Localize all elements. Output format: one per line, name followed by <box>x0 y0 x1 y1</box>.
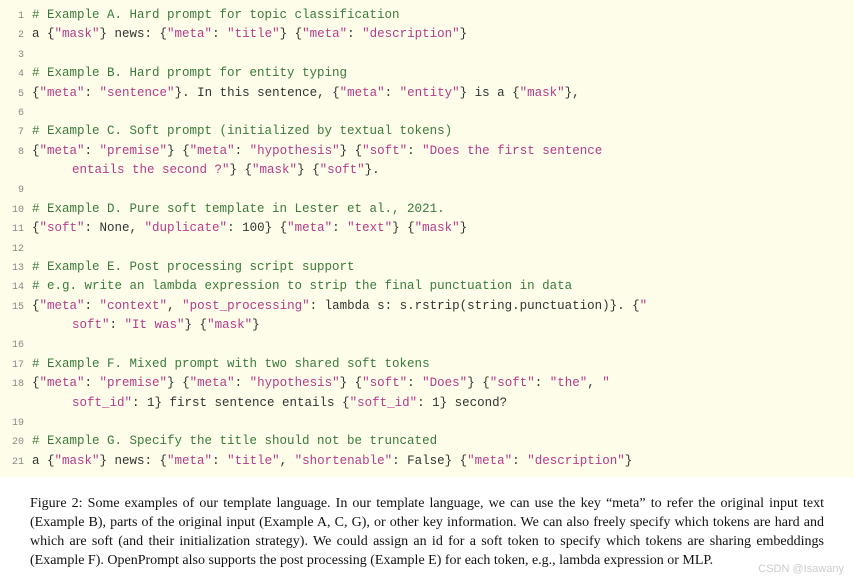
line-number: 16 <box>4 338 32 354</box>
code-line: 4# Example B. Hard prompt for entity typ… <box>4 64 850 83</box>
code-content: # Example A. Hard prompt for topic class… <box>32 6 850 25</box>
code-content: # Example B. Hard prompt for entity typi… <box>32 64 850 83</box>
code-line: 21a {"mask"} news: {"meta": "title", "sh… <box>4 452 850 471</box>
line-number: 8 <box>4 145 32 161</box>
code-line: 20# Example G. Specify the title should … <box>4 432 850 451</box>
code-line-continuation: soft": "It was"} {"mask"} <box>4 316 850 335</box>
watermark-text: CSDN @Isawany <box>758 563 844 575</box>
code-content: # Example E. Post processing script supp… <box>32 258 850 277</box>
code-line: 5{"meta": "sentence"}. In this sentence,… <box>4 84 850 103</box>
line-number: 12 <box>4 242 32 258</box>
line-number: 19 <box>4 416 32 432</box>
code-content <box>32 45 850 64</box>
code-line: 9 <box>4 180 850 199</box>
code-line: 3 <box>4 45 850 64</box>
line-number: 13 <box>4 261 32 277</box>
code-content: entails the second ?"} {"mask"} {"soft"}… <box>32 161 850 180</box>
code-line: 12 <box>4 239 850 258</box>
code-content: a {"mask"} news: {"meta": "title"} {"met… <box>32 25 850 44</box>
code-content: # Example G. Specify the title should no… <box>32 432 850 451</box>
line-number: 2 <box>4 28 32 44</box>
figure-caption: Figure 2: Some examples of our template … <box>0 477 854 583</box>
line-number: 7 <box>4 125 32 141</box>
code-line: 2a {"mask"} news: {"meta": "title"} {"me… <box>4 25 850 44</box>
code-line: 1# Example A. Hard prompt for topic clas… <box>4 6 850 25</box>
code-content: soft_id": 1} first sentence entails {"so… <box>32 394 850 413</box>
line-number: 3 <box>4 48 32 64</box>
code-content: # Example C. Soft prompt (initialized by… <box>32 122 850 141</box>
line-number: 18 <box>4 377 32 393</box>
line-number: 21 <box>4 455 32 471</box>
code-content: {"meta": "premise"} {"meta": "hypothesis… <box>32 142 850 161</box>
code-line-continuation: entails the second ?"} {"mask"} {"soft"}… <box>4 161 850 180</box>
code-line: 6 <box>4 103 850 122</box>
code-content <box>32 239 850 258</box>
line-number: 10 <box>4 203 32 219</box>
line-number: 17 <box>4 358 32 374</box>
code-content <box>32 180 850 199</box>
code-line: 10# Example D. Pure soft template in Les… <box>4 200 850 219</box>
line-number: 6 <box>4 106 32 122</box>
code-line: 16 <box>4 335 850 354</box>
code-line: 17# Example F. Mixed prompt with two sha… <box>4 355 850 374</box>
code-content: # Example D. Pure soft template in Leste… <box>32 200 850 219</box>
line-number: 15 <box>4 300 32 316</box>
code-line: 14# e.g. write an lambda expression to s… <box>4 277 850 296</box>
code-content: # e.g. write an lambda expression to str… <box>32 277 850 296</box>
code-content: {"meta": "context", "post_processing": l… <box>32 297 850 316</box>
code-content: {"meta": "premise"} {"meta": "hypothesis… <box>32 374 850 393</box>
code-content: {"soft": None, "duplicate": 100} {"meta"… <box>32 219 850 238</box>
code-content <box>32 335 850 354</box>
line-number: 9 <box>4 183 32 199</box>
code-line: 15{"meta": "context", "post_processing":… <box>4 297 850 316</box>
line-number: 1 <box>4 9 32 25</box>
line-number: 20 <box>4 435 32 451</box>
code-listing: 1# Example A. Hard prompt for topic clas… <box>0 0 854 477</box>
code-line: 19 <box>4 413 850 432</box>
code-line: 13# Example E. Post processing script su… <box>4 258 850 277</box>
code-line: 7# Example C. Soft prompt (initialized b… <box>4 122 850 141</box>
code-content: # Example F. Mixed prompt with two share… <box>32 355 850 374</box>
code-content: a {"mask"} news: {"meta": "title", "shor… <box>32 452 850 471</box>
code-line-continuation: soft_id": 1} first sentence entails {"so… <box>4 394 850 413</box>
line-number: 5 <box>4 87 32 103</box>
code-line: 8{"meta": "premise"} {"meta": "hypothesi… <box>4 142 850 161</box>
code-content: {"meta": "sentence"}. In this sentence, … <box>32 84 850 103</box>
page-root: 1# Example A. Hard prompt for topic clas… <box>0 0 854 581</box>
line-number: 11 <box>4 222 32 238</box>
line-number: 14 <box>4 280 32 296</box>
code-content <box>32 103 850 122</box>
code-content <box>32 413 850 432</box>
line-number: 4 <box>4 67 32 83</box>
code-line: 11{"soft": None, "duplicate": 100} {"met… <box>4 219 850 238</box>
code-content: soft": "It was"} {"mask"} <box>32 316 850 335</box>
code-line: 18{"meta": "premise"} {"meta": "hypothes… <box>4 374 850 393</box>
